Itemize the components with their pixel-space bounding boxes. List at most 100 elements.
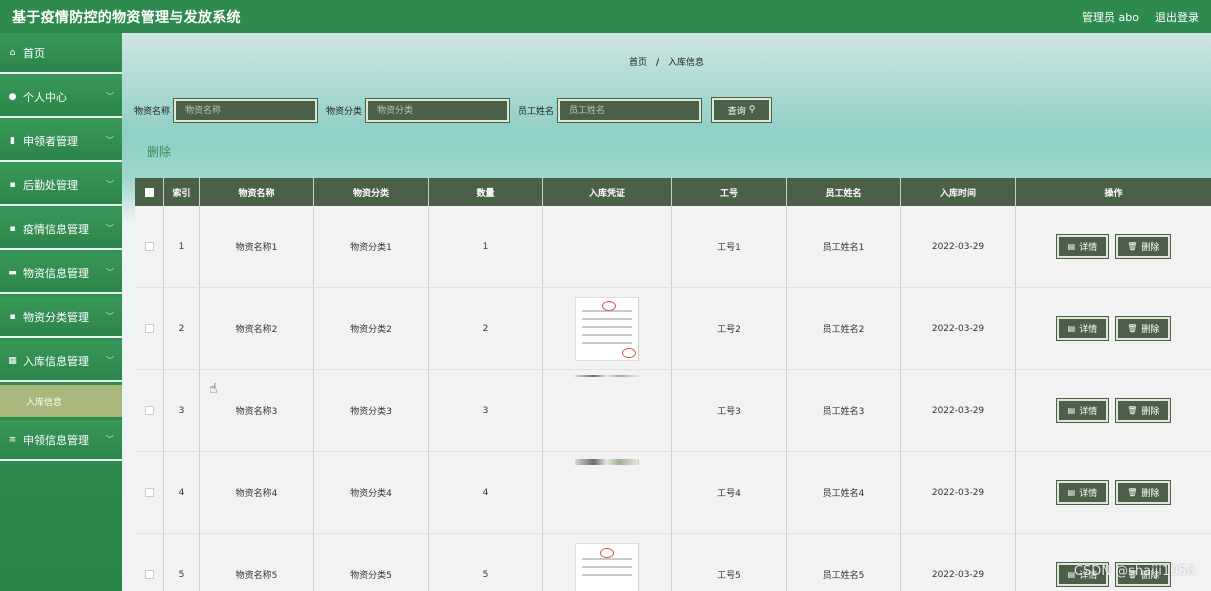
cell-name: 物资名称1: [200, 206, 314, 287]
cell-employee-no: 工号3: [672, 370, 787, 451]
document-icon: ▤: [1067, 406, 1076, 415]
document-icon: ▤: [1067, 324, 1076, 333]
cell-name: 物资名称2: [200, 288, 314, 369]
delete-button[interactable]: 🗑 删除: [1115, 480, 1172, 505]
cell-quantity: 1: [429, 206, 543, 287]
delete-button[interactable]: 🗑 删除: [1115, 398, 1172, 423]
header-employee-name: 员工姓名: [787, 178, 901, 206]
row-checkbox[interactable]: [144, 242, 154, 251]
cell-employee-name: 员工姓名1: [787, 206, 901, 287]
table-row: 1 物资名称1 物资分类1 1 工号1 员工姓名1 2022-03-29 ▤ 详情…: [135, 206, 1211, 288]
chevron-down-icon: ﹀: [106, 356, 114, 365]
voucher-image[interactable]: [575, 542, 639, 591]
delete-button[interactable]: 🗑 删除: [1115, 234, 1172, 259]
cell-employee-no: 工号5: [672, 534, 787, 591]
sidebar-item-home[interactable]: ⌂ 首页: [0, 33, 122, 74]
document-icon: ▪: [9, 179, 16, 190]
home-icon: ⌂: [9, 47, 16, 58]
cell-time: 2022-03-29: [901, 288, 1016, 369]
chevron-down-icon: ﹀: [106, 180, 114, 189]
search-icon: ⚲: [748, 105, 756, 115]
sidebar: ⌂ 首页 ● 个人中心 ﹀ ▮ 申领者管理 ﹀ ▪ 后勤处管理 ﹀ ▪ 疫情信息…: [0, 33, 122, 591]
sidebar-item-label: 首页: [23, 46, 45, 60]
cell-time: 2022-03-29: [901, 452, 1016, 533]
sidebar-item-label: 入库信息管理: [23, 354, 89, 368]
breadcrumb: 首页 / 入库信息: [122, 55, 1211, 68]
sidebar-item-profile[interactable]: ● 个人中心 ﹀: [0, 77, 122, 118]
delete-button[interactable]: 🗑 删除: [1115, 316, 1172, 341]
voucher-image[interactable]: [575, 459, 639, 465]
chevron-down-icon: ﹀: [106, 224, 114, 233]
cell-name: 物资名称4: [200, 452, 314, 533]
sidebar-item-applicants[interactable]: ▮ 申领者管理 ﹀: [0, 121, 122, 162]
search-bar: 物资名称 物资分类 员工姓名 查询 ⚲: [134, 97, 773, 123]
cell-time: 2022-03-29: [901, 370, 1016, 451]
chevron-down-icon: ﹀: [106, 268, 114, 277]
sidebar-subitem-inbound-info[interactable]: 入库信息: [0, 385, 122, 417]
cell-employee-no: 工号4: [672, 452, 787, 533]
query-button[interactable]: 查询 ⚲: [711, 97, 773, 123]
cell-category: 物资分类4: [314, 452, 429, 533]
document-icon: ▤: [1067, 488, 1076, 497]
delete-label: 删除: [1141, 325, 1160, 335]
trash-icon: 🗑: [1127, 324, 1138, 333]
user-icon: ●: [8, 91, 17, 102]
breadcrumb-current: 入库信息: [668, 58, 705, 68]
delete-label: 删除: [1141, 407, 1160, 417]
detail-button[interactable]: ▤ 详情: [1055, 316, 1110, 341]
sidebar-item-label: 申领者管理: [23, 134, 78, 148]
query-label: 查询: [727, 106, 746, 117]
employee-label: 员工姓名: [518, 106, 555, 117]
voucher-image[interactable]: [575, 296, 639, 361]
cell-index: 4: [164, 452, 200, 533]
watermark: CSDN @shaiji1056: [1073, 564, 1195, 579]
voucher-image[interactable]: [575, 375, 639, 377]
cell-quantity: 4: [429, 452, 543, 533]
user-label[interactable]: 管理员 abo: [1082, 9, 1139, 25]
sidebar-item-label: 申领信息管理: [23, 433, 89, 447]
app-title: 基于疫情防控的物资管理与发放系统: [12, 9, 241, 26]
select-all-checkbox[interactable]: [144, 187, 154, 197]
sidebar-item-epidemic[interactable]: ▪ 疫情信息管理 ﹀: [0, 209, 122, 250]
batch-delete-button[interactable]: 删除: [147, 143, 171, 160]
sidebar-item-label: 个人中心: [23, 90, 67, 104]
sidebar-item-requests[interactable]: ≡ 申领信息管理 ﹀: [0, 420, 122, 461]
header-actions: 操作: [1104, 188, 1123, 199]
sidebar-item-inbound[interactable]: ▦ 入库信息管理 ﹀: [0, 341, 122, 382]
cell-employee-no: 工号1: [672, 206, 787, 287]
sidebar-item-supplies[interactable]: ▬ 物资信息管理 ﹀: [0, 253, 122, 294]
breadcrumb-home[interactable]: 首页: [629, 58, 647, 68]
cell-index: 1: [164, 206, 200, 287]
row-checkbox[interactable]: [144, 570, 154, 579]
box-icon: ▬: [8, 267, 17, 278]
row-checkbox[interactable]: [144, 406, 154, 415]
cell-time: 2022-03-29: [901, 206, 1016, 287]
name-search-input[interactable]: [173, 97, 319, 123]
cell-employee-name: 员工姓名4: [787, 452, 901, 533]
detail-button[interactable]: ▤ 详情: [1055, 234, 1110, 259]
trash-icon: 🗑: [1127, 488, 1138, 497]
document-icon: ▪: [9, 223, 16, 234]
cell-index: 3: [164, 370, 200, 451]
logout-link[interactable]: 退出登录: [1155, 9, 1199, 25]
cell-quantity: 2: [429, 288, 543, 369]
sidebar-item-categories[interactable]: ▪ 物资分类管理 ﹀: [0, 297, 122, 338]
delete-label: 删除: [1141, 489, 1160, 499]
top-header: 基于疫情防控的物资管理与发放系统 管理员 abo 退出登录: [0, 0, 1211, 33]
cell-actions: ▤ 详情 🗑 删除: [1016, 288, 1211, 369]
employee-search-input[interactable]: [557, 97, 703, 123]
header-index: 索引: [164, 178, 200, 206]
main-content: 首页 / 入库信息 物资名称 物资分类 员工姓名 查询 ⚲ 删除 索引 物资名称…: [122, 33, 1211, 591]
delete-label: 删除: [1141, 243, 1160, 253]
category-search-input[interactable]: [365, 97, 511, 123]
cell-quantity: 3: [429, 370, 543, 451]
row-checkbox[interactable]: [144, 488, 154, 497]
detail-button[interactable]: ▤ 详情: [1055, 398, 1110, 423]
detail-button[interactable]: ▤ 详情: [1055, 480, 1110, 505]
sidebar-item-logistics[interactable]: ▪ 后勤处管理 ﹀: [0, 165, 122, 206]
table-row: 2 物资名称2 物资分类2 2 工号2 员工姓名2 2022-03-29 ▤ 详情…: [135, 288, 1211, 370]
header-time: 入库时间: [901, 178, 1016, 206]
row-checkbox[interactable]: [144, 324, 154, 333]
chevron-down-icon: ﹀: [106, 136, 114, 145]
cell-voucher: [543, 370, 672, 451]
